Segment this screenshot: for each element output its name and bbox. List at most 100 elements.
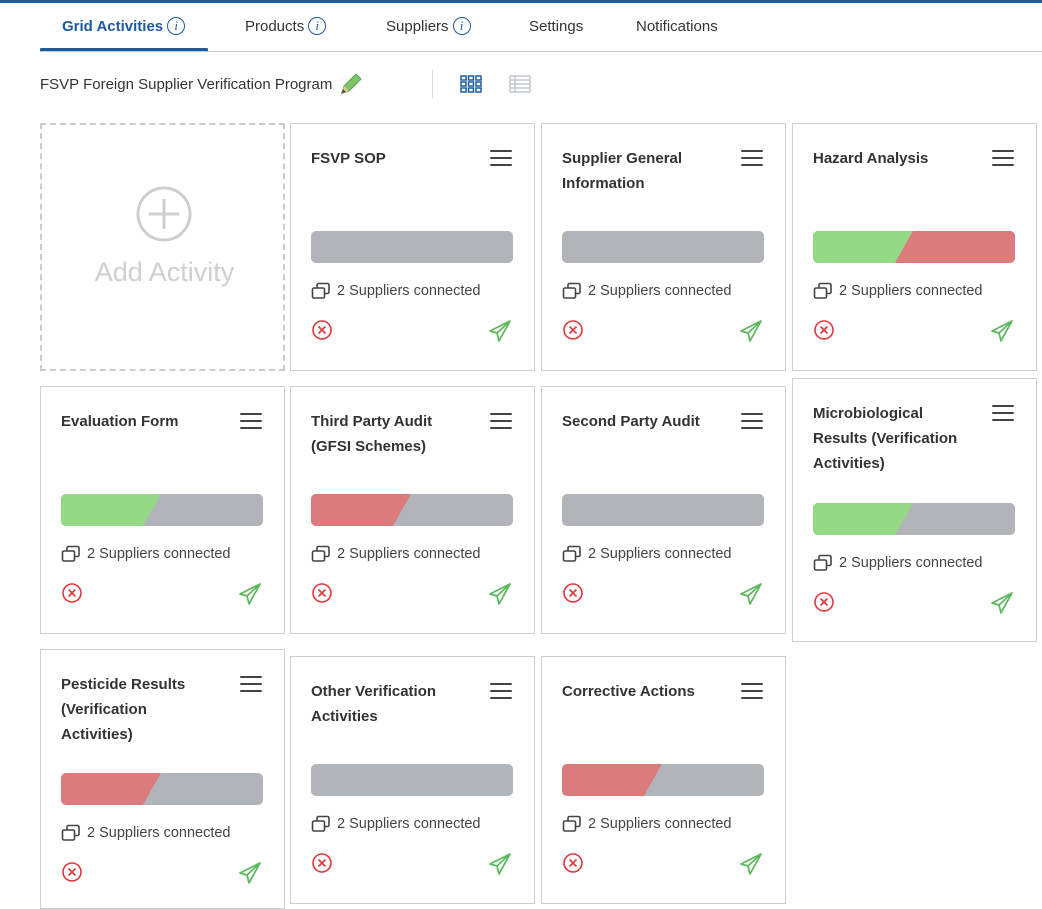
- suppliers-connected-link[interactable]: 2 Suppliers connected: [61, 545, 231, 563]
- hamburger-menu-icon[interactable]: [741, 150, 763, 166]
- tab-settings[interactable]: Settings: [529, 14, 583, 38]
- activity-card[interactable]: Evaluation Form 2 Suppliers connected: [40, 386, 285, 634]
- progress-bar: [813, 503, 1015, 535]
- suppliers-connected-link[interactable]: 2 Suppliers connected: [813, 554, 983, 572]
- suppliers-connected-link[interactable]: 2 Suppliers connected: [311, 815, 481, 833]
- tab-notifications[interactable]: Notifications: [636, 14, 718, 38]
- card-title: Other Verification Activities: [311, 683, 437, 725]
- progress-failed-segment: [61, 773, 161, 805]
- paper-plane-icon[interactable]: [488, 582, 512, 606]
- hamburger-menu-icon[interactable]: [992, 150, 1014, 166]
- tab-label: Suppliers: [386, 17, 449, 35]
- paper-plane-icon[interactable]: [238, 861, 262, 885]
- progress-bar: [562, 494, 764, 526]
- activity-card[interactable]: Second Party Audit 2 Suppliers connected: [541, 386, 786, 634]
- pencil-icon[interactable]: [338, 71, 364, 97]
- circle-x-icon[interactable]: [562, 319, 584, 341]
- progress-failed-segment: [311, 494, 411, 526]
- suppliers-connected-text: 2 Suppliers connected: [337, 546, 481, 562]
- card-title: Second Party Audit: [562, 413, 700, 430]
- circle-plus-icon: [136, 186, 192, 242]
- tab-label: Notifications: [636, 17, 718, 35]
- suppliers-connected-text: 2 Suppliers connected: [588, 283, 732, 299]
- hamburger-menu-icon[interactable]: [741, 683, 763, 699]
- suppliers-connected-text: 2 Suppliers connected: [839, 555, 983, 571]
- card-title: Corrective Actions: [562, 683, 695, 700]
- suppliers-connected-link[interactable]: 2 Suppliers connected: [61, 824, 231, 842]
- activity-card[interactable]: FSVP SOP 2 Suppliers connected: [290, 123, 535, 371]
- activity-card[interactable]: Pesticide Results (Verification Activiti…: [40, 649, 285, 909]
- grid-view-icon[interactable]: [460, 75, 482, 93]
- tab-divider: [40, 51, 1042, 52]
- progress-complete-segment: [61, 494, 161, 526]
- circle-x-icon[interactable]: [311, 582, 333, 604]
- suppliers-connected-text: 2 Suppliers connected: [839, 283, 983, 299]
- toolbar-divider: [432, 70, 433, 98]
- paper-plane-icon[interactable]: [739, 319, 763, 343]
- tab-grid-activities[interactable]: Grid Activities i: [62, 14, 186, 38]
- paper-plane-icon[interactable]: [488, 319, 512, 343]
- card-title: Hazard Analysis: [813, 150, 929, 167]
- copy-icon: [311, 545, 330, 562]
- copy-icon: [562, 545, 581, 562]
- paper-plane-icon[interactable]: [238, 582, 262, 606]
- activity-card[interactable]: Supplier General Information 2 Suppliers…: [541, 123, 786, 371]
- hamburger-menu-icon[interactable]: [490, 413, 512, 429]
- progress-failed-segment: [894, 231, 1015, 263]
- copy-icon: [311, 282, 330, 299]
- activity-card[interactable]: Other Verification Activities 2 Supplier…: [290, 656, 535, 904]
- paper-plane-icon[interactable]: [488, 852, 512, 876]
- circle-x-icon[interactable]: [813, 591, 835, 613]
- card-title: Third Party Audit (GFSI Schemes): [311, 413, 433, 455]
- suppliers-connected-link[interactable]: 2 Suppliers connected: [562, 545, 732, 563]
- hamburger-menu-icon[interactable]: [490, 683, 512, 699]
- circle-x-icon[interactable]: [562, 852, 584, 874]
- card-title: Evaluation Form: [61, 413, 179, 430]
- suppliers-connected-link[interactable]: 2 Suppliers connected: [311, 282, 481, 300]
- suppliers-connected-link[interactable]: 2 Suppliers connected: [562, 282, 732, 300]
- suppliers-connected-text: 2 Suppliers connected: [588, 816, 732, 832]
- copy-icon: [311, 815, 330, 832]
- paper-plane-icon[interactable]: [739, 582, 763, 606]
- info-icon[interactable]: i: [452, 17, 471, 35]
- circle-x-icon[interactable]: [311, 319, 333, 341]
- circle-x-icon[interactable]: [311, 852, 333, 874]
- progress-bar: [562, 231, 764, 263]
- tab-products[interactable]: Products i: [245, 14, 327, 38]
- progress-complete-segment: [813, 503, 913, 535]
- tab-suppliers[interactable]: Suppliers i: [386, 14, 471, 38]
- info-icon[interactable]: i: [308, 17, 327, 35]
- progress-bar: [813, 231, 1015, 263]
- circle-x-icon[interactable]: [61, 861, 83, 883]
- card-title: FSVP SOP: [311, 150, 386, 167]
- suppliers-connected-text: 2 Suppliers connected: [87, 825, 231, 841]
- activity-card[interactable]: Third Party Audit (GFSI Schemes) 2 Suppl…: [290, 386, 535, 634]
- add-activity-card[interactable]: Add Activity: [40, 123, 285, 371]
- progress-bar: [311, 764, 513, 796]
- copy-icon: [562, 282, 581, 299]
- paper-plane-icon[interactable]: [990, 591, 1014, 615]
- hamburger-menu-icon[interactable]: [741, 413, 763, 429]
- circle-x-icon[interactable]: [562, 582, 584, 604]
- hamburger-menu-icon[interactable]: [992, 405, 1014, 421]
- activity-card[interactable]: Corrective Actions 2 Suppliers connected: [541, 656, 786, 904]
- list-view-icon[interactable]: [509, 75, 531, 93]
- suppliers-connected-link[interactable]: 2 Suppliers connected: [562, 815, 732, 833]
- circle-x-icon[interactable]: [813, 319, 835, 341]
- copy-icon: [813, 282, 832, 299]
- suppliers-connected-link[interactable]: 2 Suppliers connected: [813, 282, 983, 300]
- progress-bar: [311, 231, 513, 263]
- activity-card[interactable]: Microbiological Results (Verification Ac…: [792, 378, 1037, 642]
- hamburger-menu-icon[interactable]: [240, 676, 262, 692]
- copy-icon: [813, 554, 832, 571]
- paper-plane-icon[interactable]: [990, 319, 1014, 343]
- suppliers-connected-link[interactable]: 2 Suppliers connected: [311, 545, 481, 563]
- info-icon[interactable]: i: [167, 17, 186, 35]
- circle-x-icon[interactable]: [61, 582, 83, 604]
- activity-card[interactable]: Hazard Analysis 2 Suppliers connected: [792, 123, 1037, 371]
- tab-label: Products: [245, 17, 305, 35]
- hamburger-menu-icon[interactable]: [240, 413, 262, 429]
- hamburger-menu-icon[interactable]: [490, 150, 512, 166]
- paper-plane-icon[interactable]: [739, 852, 763, 876]
- copy-icon: [61, 545, 80, 562]
